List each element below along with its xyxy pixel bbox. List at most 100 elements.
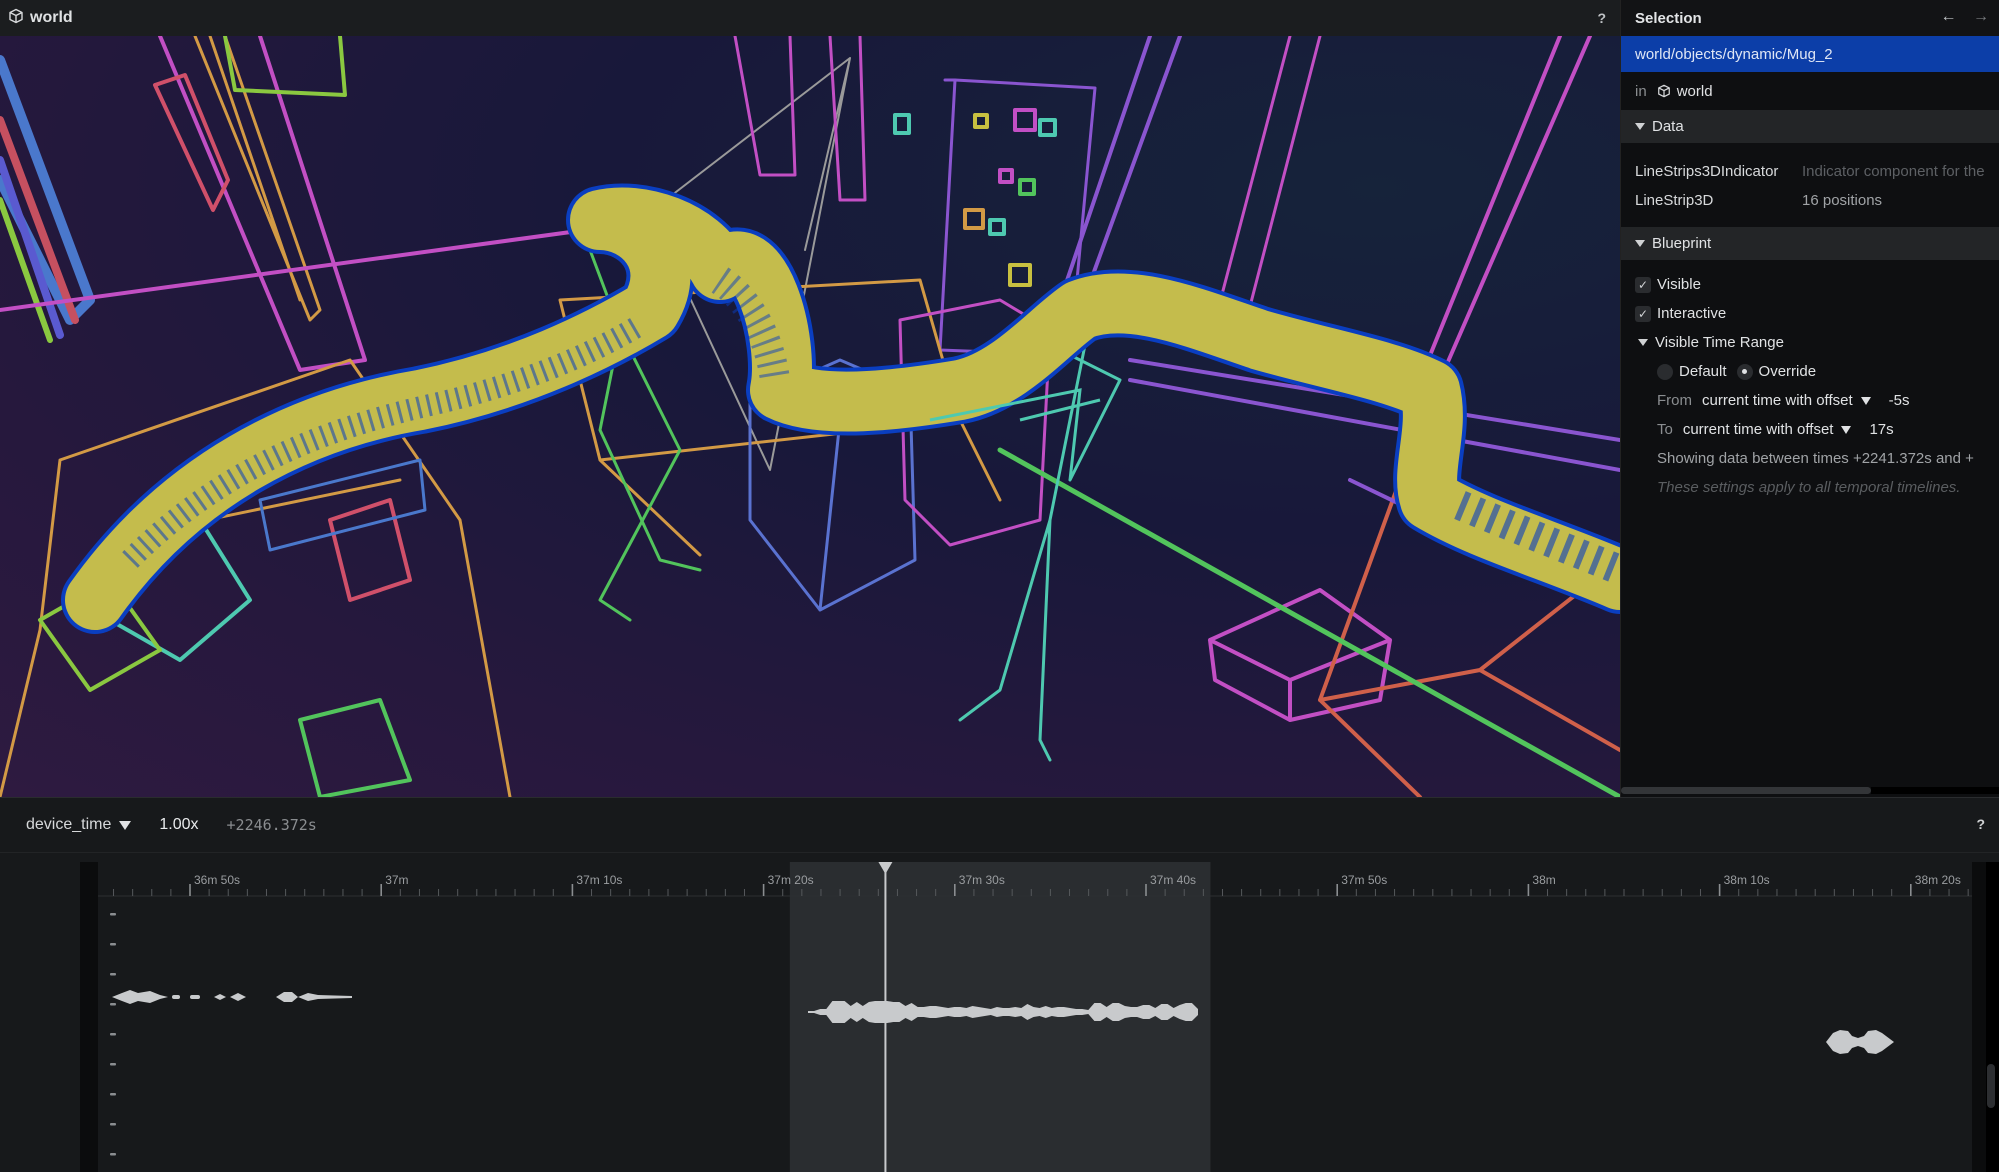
pillar-far-right bbox=[1418, 36, 1592, 382]
vertical-scrollbar-thumb[interactable] bbox=[1987, 1064, 1995, 1108]
component-value: Indicator component for the bbox=[1802, 163, 1985, 180]
in-label: in bbox=[1635, 82, 1647, 100]
playback-speed[interactable]: 1.00x bbox=[159, 816, 198, 834]
help-button[interactable]: ? bbox=[1976, 816, 1985, 832]
override-label[interactable]: Override bbox=[1759, 363, 1817, 380]
time-panel: device_time 1.00x +2246.372s ? 36m 50s 37… bbox=[0, 797, 1999, 1172]
scrollbar-track bbox=[1871, 787, 1999, 794]
collapse-triangle-icon bbox=[1635, 240, 1645, 247]
from-offset-value[interactable]: -5s bbox=[1889, 392, 1910, 409]
time-range-label: Visible Time Range bbox=[1655, 334, 1784, 351]
interactive-toggle[interactable]: ✓ Interactive bbox=[1635, 299, 1999, 328]
blueprint-section-header[interactable]: Blueprint bbox=[1621, 227, 1999, 260]
row-markers bbox=[110, 913, 116, 1156]
density-blob bbox=[190, 995, 200, 999]
row-marker bbox=[110, 973, 116, 976]
checkbox-checked-icon[interactable]: ✓ bbox=[1635, 305, 1651, 322]
density-blob bbox=[172, 995, 180, 999]
timeline-selector[interactable]: device_time bbox=[26, 816, 111, 834]
tick-label: 37m 50s bbox=[1341, 873, 1387, 887]
row-marker bbox=[110, 1123, 116, 1126]
dropdown-triangle-icon[interactable] bbox=[1860, 396, 1871, 405]
radio-override[interactable] bbox=[1736, 363, 1753, 380]
arrow-right-icon[interactable]: → bbox=[1973, 8, 1989, 25]
collapse-triangle-icon bbox=[1635, 123, 1645, 130]
visible-time-range-header[interactable]: Visible Time Range bbox=[1635, 328, 1999, 357]
view-title: world bbox=[30, 9, 73, 26]
arrow-left-icon[interactable]: ← bbox=[1941, 8, 1957, 25]
data-section-header[interactable]: Data bbox=[1621, 110, 1999, 143]
checkbox-checked-icon[interactable]: ✓ bbox=[1635, 276, 1651, 293]
3d-scene-canvas[interactable] bbox=[0, 36, 1620, 797]
selection-space: in world bbox=[1621, 72, 1999, 110]
row-marker bbox=[110, 1033, 116, 1036]
app-root: world ? Selection ← → world/objects/dyna… bbox=[0, 0, 1999, 1172]
space-view-link[interactable]: world bbox=[1677, 83, 1713, 100]
to-label: To bbox=[1657, 421, 1673, 438]
showing-data-text: Showing data between times +2241.372s an… bbox=[1657, 450, 1974, 467]
shelf-objects bbox=[893, 108, 1057, 287]
tick-label: 38m 10s bbox=[1724, 873, 1770, 887]
density-blob bbox=[276, 992, 298, 1002]
density-blob bbox=[1826, 1030, 1894, 1054]
tick-label: 37m 20s bbox=[768, 873, 814, 887]
spatial-3d-view: world ? bbox=[0, 0, 1620, 797]
cube-icon bbox=[8, 8, 24, 29]
tick-label: 37m 40s bbox=[1150, 873, 1196, 887]
mug-2-linestrip[interactable] bbox=[61, 183, 1620, 634]
scene-drawing bbox=[0, 36, 1620, 797]
time-controls: device_time 1.00x +2246.372s ? bbox=[0, 798, 1999, 853]
tick-label: 37m 10s bbox=[576, 873, 622, 887]
row-marker bbox=[110, 1003, 116, 1006]
density-blob bbox=[298, 993, 352, 1001]
tree-gutter bbox=[0, 854, 80, 1172]
density-blob bbox=[112, 990, 168, 1004]
component-value: 16 positions bbox=[1802, 192, 1883, 209]
component-row[interactable]: LineStrips3DIndicator Indicator componen… bbox=[1635, 157, 1999, 186]
selection-header: Selection ← → bbox=[1621, 0, 1999, 36]
default-label[interactable]: Default bbox=[1679, 363, 1727, 380]
dropdown-triangle-icon[interactable] bbox=[119, 820, 132, 830]
timeline-area[interactable]: 36m 50s 37m 37m 10s 37m 20s 37m 30s 37m 40s 37… bbox=[0, 854, 1999, 1172]
component-row[interactable]: LineStrip3D 16 positions bbox=[1635, 186, 1999, 215]
data-section-label: Data bbox=[1652, 118, 1684, 135]
blueprint-section-label: Blueprint bbox=[1652, 235, 1712, 252]
to-mode-dropdown[interactable]: current time with offset bbox=[1683, 421, 1834, 438]
row-marker bbox=[110, 1153, 116, 1156]
pillar-orange bbox=[193, 36, 322, 322]
selected-entity-path[interactable]: world/objects/dynamic/Mug_2 bbox=[1621, 36, 1999, 72]
timeline-right-edge bbox=[1972, 862, 1986, 1172]
timeline-left-edge bbox=[80, 862, 98, 1172]
blueprint-section-body: ✓ Visible ✓ Interactive Visible Time Ran… bbox=[1621, 260, 1999, 502]
visible-toggle[interactable]: ✓ Visible bbox=[1635, 270, 1999, 299]
view-header[interactable]: world ? bbox=[0, 0, 1620, 36]
to-row: To current time with offset 17s bbox=[1635, 415, 1999, 444]
component-name: LineStrip3D bbox=[1635, 192, 1714, 209]
time-range-mode: Default Override bbox=[1635, 357, 1999, 386]
floor-green-line bbox=[997, 447, 1620, 797]
help-button[interactable]: ? bbox=[1597, 10, 1606, 26]
row-marker bbox=[110, 943, 116, 946]
row-marker bbox=[110, 1093, 116, 1096]
horizontal-scrollbar[interactable] bbox=[1621, 787, 1871, 794]
tick-label: 38m 20s bbox=[1915, 873, 1961, 887]
selection-title: Selection bbox=[1635, 9, 1702, 27]
tick-label: 37m 30s bbox=[959, 873, 1005, 887]
interactive-label: Interactive bbox=[1657, 305, 1727, 322]
density-blob bbox=[214, 994, 226, 1000]
row-marker bbox=[110, 913, 116, 916]
shelf-red bbox=[153, 73, 230, 212]
selection-panel: Selection ← → world/objects/dynamic/Mug_… bbox=[1620, 0, 1999, 797]
current-time[interactable]: +2246.372s bbox=[227, 816, 317, 834]
from-row: From current time with offset -5s bbox=[1635, 386, 1999, 415]
radio-default[interactable] bbox=[1657, 363, 1673, 380]
data-section-body: LineStrips3DIndicator Indicator componen… bbox=[1621, 143, 1999, 227]
to-offset-value[interactable]: 17s bbox=[1869, 421, 1893, 438]
density-blob bbox=[230, 993, 246, 1001]
vertical-scrollbar-track bbox=[1986, 862, 1999, 1172]
row-marker bbox=[110, 1063, 116, 1066]
dropdown-triangle-icon[interactable] bbox=[1841, 425, 1852, 434]
from-mode-dropdown[interactable]: current time with offset bbox=[1702, 392, 1853, 409]
component-name: LineStrips3DIndicator bbox=[1635, 163, 1779, 180]
timeline-canvas[interactable]: 36m 50s 37m 37m 10s 37m 20s 37m 30s 37m 40s 37… bbox=[0, 854, 1999, 1172]
